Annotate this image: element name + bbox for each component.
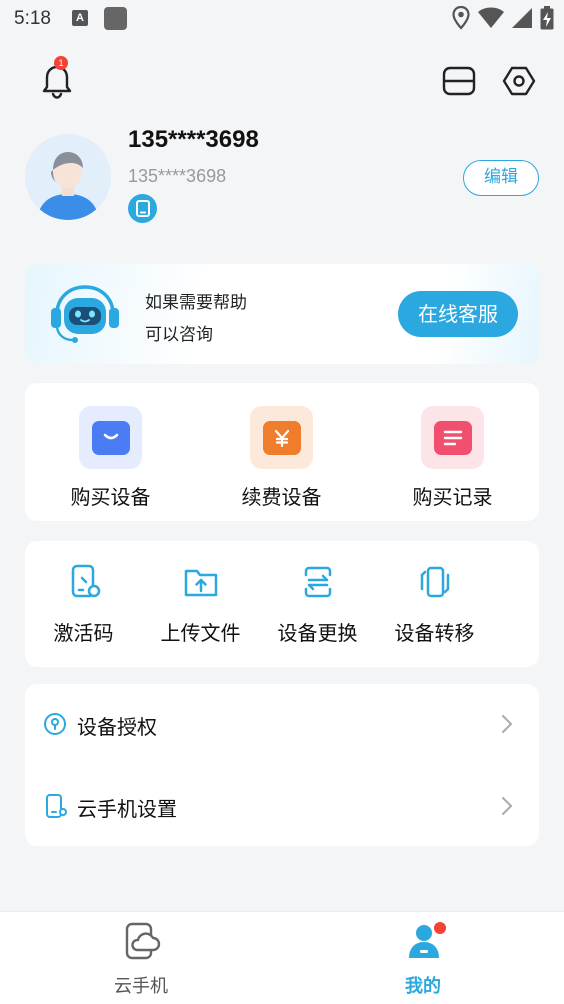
shop-card: 购买设备 续费设备 购买记录 [25, 383, 539, 521]
yen-icon [250, 406, 313, 469]
shop-item-label: 购买记录 [412, 485, 493, 509]
avatar[interactable] [25, 134, 111, 220]
settings-gear-icon[interactable] [502, 64, 536, 98]
tab-cloud-phone[interactable]: 云手机 [0, 912, 282, 1004]
status-icons [452, 6, 554, 30]
scan-icon[interactable] [442, 66, 476, 96]
avatar-illustration [25, 134, 111, 220]
tab-label: 我的 [405, 976, 441, 997]
authorization-lock-icon [44, 713, 66, 735]
tool-label: 设备更换 [277, 621, 358, 645]
shop-item-label: 续费设备 [241, 485, 322, 509]
shopping-bag-icon [79, 406, 142, 469]
top-toolbar: 1 [0, 56, 564, 104]
edit-profile-button[interactable]: 编辑 [463, 160, 539, 196]
upload-folder-icon [184, 569, 218, 597]
list-item-label: 设备授权 [77, 715, 157, 739]
list-item-label: 云手机设置 [77, 797, 177, 821]
tool-label: 设备转移 [394, 621, 475, 645]
cloud-phone-settings-icon [46, 794, 67, 818]
location-icon [452, 6, 470, 30]
profile-section: 135****3698 135****3698 编辑 [0, 120, 564, 240]
cloud-phone-settings-item[interactable]: 云手机设置 [25, 766, 539, 846]
device-badge [128, 194, 157, 223]
bottom-tab-bar: 云手机 我的 [0, 911, 564, 1004]
app-square-icon [104, 7, 127, 30]
buy-device-button[interactable]: 购买设备 [25, 383, 196, 521]
customer-service-robot-icon [51, 285, 119, 343]
profile-name: 135****3698 [128, 126, 259, 153]
wifi-icon [478, 7, 504, 28]
device-authorization-item[interactable]: 设备授权 [25, 684, 539, 764]
battery-charging-icon [540, 6, 554, 30]
shop-item-label: 购买设备 [70, 485, 151, 509]
help-text-line2: 可以咨询 [145, 325, 213, 345]
tool-label: 激活码 [53, 621, 114, 645]
notification-a-icon: A [72, 10, 88, 26]
renew-device-button[interactable]: 续费设备 [196, 383, 367, 521]
tab-mine[interactable]: 我的 [282, 912, 564, 1004]
activation-code-button[interactable]: 激活码 [25, 541, 142, 667]
device-swap-button[interactable]: 设备更换 [259, 541, 376, 667]
status-time: 5:18 [14, 8, 51, 29]
online-service-button[interactable]: 在线客服 [398, 291, 518, 337]
activation-code-icon [71, 564, 101, 598]
tools-card: 激活码 上传文件 设备更换 设备转移 [25, 541, 539, 667]
cloud-phone-tab-icon [125, 922, 161, 960]
purchase-records-button[interactable]: 购买记录 [367, 383, 538, 521]
upload-file-button[interactable]: 上传文件 [142, 541, 259, 667]
device-swap-icon [304, 566, 332, 598]
notification-badge: 1 [54, 56, 68, 70]
tab-notification-dot [434, 922, 446, 934]
chevron-right-icon [502, 797, 512, 815]
status-bar: 5:18 A [0, 0, 564, 40]
records-list-icon [421, 406, 484, 469]
settings-list-card: 设备授权 云手机设置 [25, 684, 539, 846]
help-card: 如果需要帮助 可以咨询 在线客服 [25, 264, 539, 364]
device-transfer-icon [420, 566, 450, 598]
tablet-icon [135, 200, 150, 217]
profile-account: 135****3698 [128, 166, 227, 186]
help-text-line1: 如果需要帮助 [145, 293, 247, 313]
signal-icon [512, 8, 532, 28]
tab-label: 云手机 [114, 976, 168, 997]
tool-label: 上传文件 [160, 621, 241, 645]
device-transfer-button[interactable]: 设备转移 [376, 541, 493, 667]
chevron-right-icon [502, 715, 512, 733]
